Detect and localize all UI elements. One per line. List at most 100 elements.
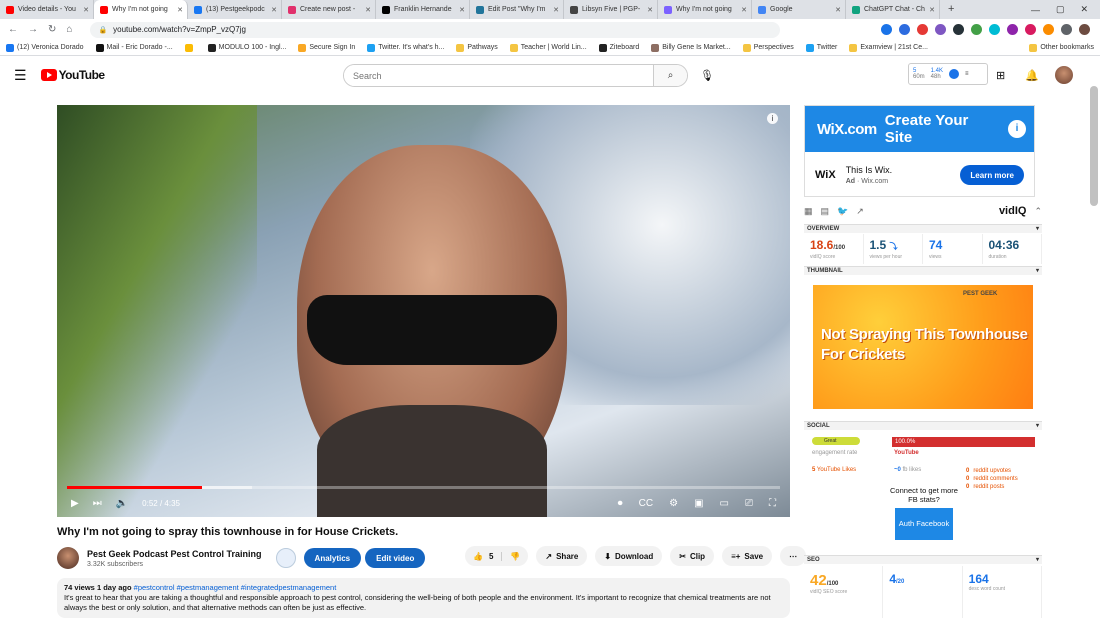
close-icon[interactable]: ✕: [1080, 4, 1088, 15]
extension-icon[interactable]: [953, 24, 964, 35]
grid-icon[interactable]: ▦: [804, 206, 813, 217]
thumbnail-header[interactable]: THUMBNAIL: [804, 266, 1042, 276]
search-button[interactable]: ⌕: [653, 65, 687, 86]
ad-info-icon[interactable]: i: [1008, 120, 1026, 138]
wix-ad[interactable]: WiX.com Create Your Site i WiX This Is W…: [804, 105, 1035, 197]
browser-tab[interactable]: Create new post - ✕: [282, 0, 376, 19]
play-icon[interactable]: ▶: [71, 498, 79, 509]
edit-video-button[interactable]: Edit video: [365, 548, 426, 568]
extension-icon[interactable]: [1043, 24, 1054, 35]
auth-facebook-button[interactable]: Auth Facebook: [895, 508, 953, 540]
bookmark-item[interactable]: Examview | 21st Ce...: [849, 43, 928, 52]
download-button[interactable]: ⬇ Download: [595, 546, 663, 566]
minimize-icon[interactable]: —: [1031, 5, 1040, 15]
notifications-bell-icon[interactable]: 🔔: [1025, 69, 1039, 82]
back-icon[interactable]: ←: [8, 24, 18, 35]
seo-header[interactable]: SEO: [804, 555, 1042, 565]
tab-close-icon[interactable]: ✕: [647, 6, 653, 14]
dislike-button[interactable]: 👎: [502, 552, 528, 561]
social-header[interactable]: SOCIAL: [804, 421, 1042, 431]
home-icon[interactable]: ⌂: [66, 24, 72, 35]
vidiq-stats-badge[interactable]: 5 60m 1.4K 48h ≡: [908, 63, 988, 85]
microphone-icon[interactable]: 🎙: [700, 69, 714, 82]
browser-tab[interactable]: Franklin Hernande ✕: [376, 0, 470, 19]
tab-close-icon[interactable]: ✕: [459, 6, 465, 14]
tab-close-icon[interactable]: ✕: [553, 6, 559, 14]
bookmark-item[interactable]: MODULO 100 - Ingl...: [207, 43, 286, 52]
extension-icon[interactable]: [1007, 24, 1018, 35]
clip-button[interactable]: ✂ Clip: [670, 546, 715, 566]
extension-icon[interactable]: [881, 24, 892, 35]
miniplayer-icon[interactable]: ▣: [694, 498, 703, 509]
browser-tab[interactable]: (13) Pestgeekpodc ✕: [188, 0, 282, 19]
extension-icon[interactable]: [1025, 24, 1036, 35]
browser-tab[interactable]: Why I'm not going ✕: [658, 0, 752, 19]
bookmark-item[interactable]: Twitter: [805, 43, 837, 52]
settings-gear-icon[interactable]: ⚙: [669, 498, 678, 509]
account-avatar[interactable]: [1055, 66, 1073, 84]
browser-tab[interactable]: Video details - You ✕: [0, 0, 94, 19]
video-player[interactable]: i ▶ ⏭ 🔈 0:52 / 4:35 ⏺ CC ⚙ ▣ ▭ ⎚ ⛶: [57, 105, 790, 517]
url-field[interactable]: 🔒 youtube.com/watch?v=ZmpP_vzQ7jg: [90, 21, 781, 38]
puzzle-icon[interactable]: [1061, 24, 1072, 35]
bookmark-item[interactable]: Twitter. It's what's h...: [367, 43, 444, 52]
bookmark-item[interactable]: (12) Veronica Dorado: [6, 43, 84, 52]
bookmark-item[interactable]: Perspectives: [742, 43, 794, 52]
theater-mode-icon[interactable]: ▭: [720, 498, 729, 509]
tab-close-icon[interactable]: ✕: [741, 6, 747, 14]
tab-close-icon[interactable]: ✕: [365, 6, 371, 14]
browser-tab[interactable]: Google ✕: [752, 0, 846, 19]
trend-icon[interactable]: ↗: [856, 206, 864, 217]
bookmark-item[interactable]: Mail - Eric Dorado -...: [95, 43, 173, 52]
overview-header[interactable]: OVERVIEW: [804, 224, 1042, 234]
cast-icon[interactable]: ⎚: [745, 498, 753, 509]
extension-icon[interactable]: [989, 24, 1000, 35]
forward-icon[interactable]: →: [28, 24, 38, 35]
tab-close-icon[interactable]: ✕: [271, 6, 277, 14]
volume-icon[interactable]: 🔈: [116, 498, 128, 509]
browser-tab[interactable]: Why I'm not going ✕: [94, 0, 188, 19]
keywords-icon[interactable]: ▤: [821, 206, 830, 217]
search-input[interactable]: [344, 65, 653, 86]
youtube-logo[interactable]: YouTube: [40, 68, 105, 82]
share-button[interactable]: ↗ Share: [536, 546, 588, 566]
autoplay-toggle-icon[interactable]: ⏺: [618, 498, 623, 509]
tab-close-icon[interactable]: ✕: [177, 6, 183, 14]
profile-icon[interactable]: [1079, 24, 1090, 35]
bookmark-item[interactable]: Other bookmarks: [1029, 43, 1094, 52]
vidiq-channel-icon[interactable]: [275, 548, 296, 568]
extension-icon[interactable]: [935, 24, 946, 35]
browser-tab[interactable]: ChatGPT Chat - Ch ✕: [846, 0, 940, 19]
bookmark-item[interactable]: Secure Sign In: [298, 43, 355, 52]
more-actions-button[interactable]: ⋯: [780, 546, 807, 566]
twitter-icon[interactable]: 🐦: [837, 206, 848, 217]
ad-banner[interactable]: WiX.com Create Your Site i: [805, 106, 1034, 152]
fullscreen-icon[interactable]: ⛶: [769, 498, 776, 509]
analytics-button[interactable]: Analytics: [303, 548, 362, 568]
next-icon[interactable]: ⏭: [93, 498, 102, 509]
extension-icon[interactable]: [917, 24, 928, 35]
browser-tab[interactable]: Edit Post "Why I'm ✕: [470, 0, 564, 19]
bookmark-item[interactable]: Teacher | World Lin...: [509, 43, 587, 52]
bookmark-item[interactable]: [184, 43, 196, 52]
page-scrollbar[interactable]: [1090, 86, 1098, 206]
tab-close-icon[interactable]: ✕: [835, 6, 841, 14]
learn-more-button[interactable]: Learn more: [960, 165, 1024, 185]
new-tab-icon[interactable]: +: [940, 0, 962, 19]
tab-close-icon[interactable]: ✕: [83, 6, 89, 14]
reload-icon[interactable]: ↻: [48, 24, 56, 35]
bookmark-item[interactable]: Ziteboard: [598, 43, 639, 52]
info-icon[interactable]: i: [767, 113, 778, 124]
like-button[interactable]: 👍 5: [465, 551, 503, 561]
video-thumbnail[interactable]: PEST GEEK Not Spraying This Townhouse Fo…: [813, 285, 1033, 409]
create-video-icon[interactable]: ⊞: [996, 69, 1005, 82]
channel-name[interactable]: Pest Geek Podcast Pest Control Training: [87, 549, 262, 559]
tab-close-icon[interactable]: ✕: [929, 6, 935, 14]
save-button[interactable]: ≡+ Save: [722, 546, 773, 566]
captions-icon[interactable]: CC: [639, 498, 653, 509]
maximize-icon[interactable]: ▢: [1056, 4, 1065, 15]
channel-avatar[interactable]: [57, 547, 79, 569]
browser-tab[interactable]: Libsyn Five | PGP- ✕: [564, 0, 658, 19]
hashtags[interactable]: #pestcontrol #pestmanagement #integrated…: [134, 583, 337, 592]
hamburger-menu-icon[interactable]: ☰: [14, 67, 27, 84]
